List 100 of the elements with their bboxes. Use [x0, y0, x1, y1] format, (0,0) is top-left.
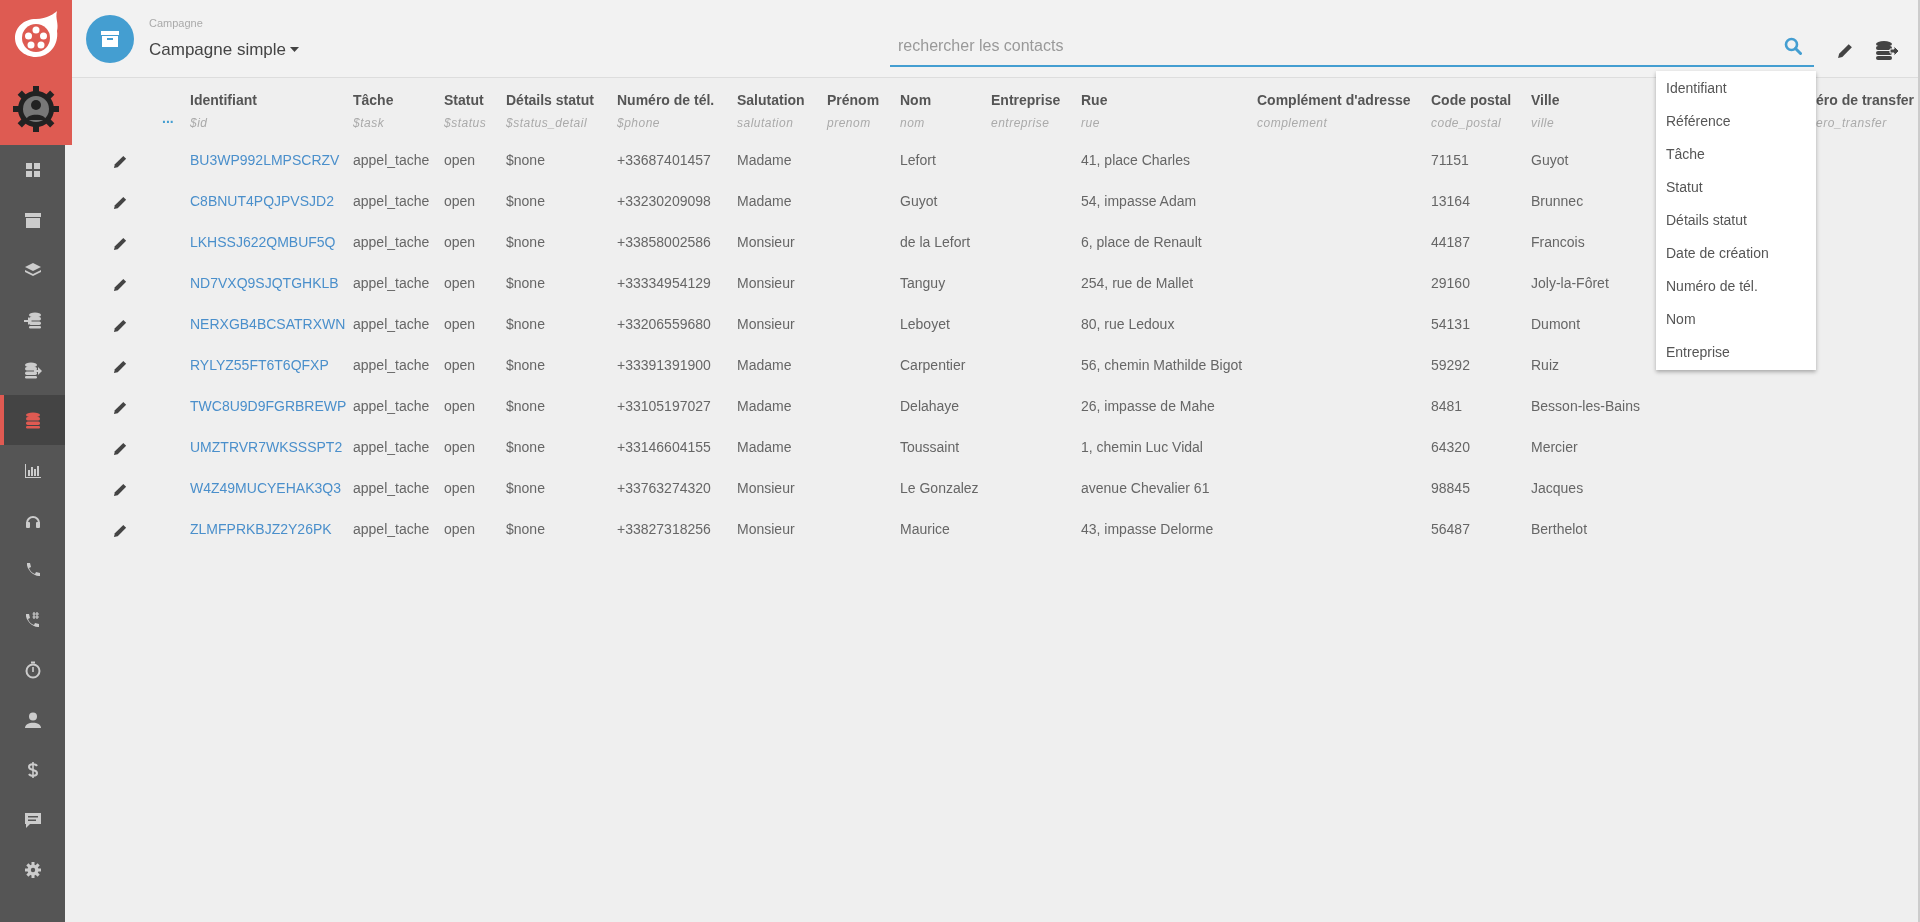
- table-cell: Dumont: [1531, 316, 1581, 332]
- table-cell: $none: [506, 357, 545, 373]
- table-cell: Guyot: [1531, 152, 1569, 168]
- table-cell: Guyot: [900, 193, 938, 209]
- menu-item[interactable]: Référence: [1656, 105, 1816, 138]
- table-cell: open: [444, 193, 476, 209]
- menu-item[interactable]: Détails statut: [1656, 204, 1816, 237]
- phone-hash-icon: [23, 611, 42, 629]
- campaign-dropdown[interactable]: Campagne simple: [149, 37, 299, 63]
- pencil-icon[interactable]: [112, 358, 128, 374]
- table-cell: Brunnec: [1531, 193, 1584, 209]
- column-header[interactable]: Salutation: [737, 90, 805, 111]
- table-cell: 41, place Charles: [1081, 152, 1190, 168]
- pencil-icon[interactable]: [112, 194, 128, 210]
- menu-item[interactable]: Entreprise: [1656, 336, 1816, 369]
- table-cell: Besson-les-Bains: [1531, 398, 1640, 414]
- pencil-icon[interactable]: [112, 481, 128, 497]
- table-cell: open: [444, 480, 476, 496]
- table-cell: 29160: [1431, 275, 1470, 291]
- sidebar-item[interactable]: [0, 395, 65, 445]
- search-icon[interactable]: [1784, 37, 1802, 55]
- menu-item[interactable]: Tâche: [1656, 138, 1816, 171]
- table-cell: Monsieur: [737, 275, 795, 291]
- table-cell: 56487: [1431, 521, 1470, 537]
- table-cell: 80, rue Ledoux: [1081, 316, 1175, 332]
- campaign-label: Campagne: [149, 15, 204, 31]
- gear-person-icon: [11, 83, 61, 134]
- table-cell: 59292: [1431, 357, 1470, 373]
- table-cell: 6, place de Renault: [1081, 234, 1202, 250]
- table-cell: appel_tache: [353, 275, 430, 291]
- table-cell: 64320: [1431, 439, 1470, 455]
- column-header[interactable]: éro de transfer: [1816, 90, 1915, 111]
- table-cell: Francois: [1531, 234, 1585, 250]
- table-cell: Berthelot: [1531, 521, 1588, 537]
- database-export-icon[interactable]: [1875, 41, 1899, 61]
- column-header[interactable]: Tâche: [353, 90, 394, 111]
- table-cell: Toussaint: [900, 439, 960, 455]
- table-cell: Carpentier: [900, 357, 966, 373]
- pencil-icon[interactable]: [1837, 42, 1854, 59]
- column-header[interactable]: Complément d'adresse: [1257, 90, 1411, 111]
- column-key: $status: [444, 114, 487, 132]
- column-key: ville: [1531, 114, 1555, 132]
- user-icon: [23, 711, 42, 729]
- column-header[interactable]: Entreprise: [991, 90, 1061, 111]
- column-header[interactable]: Identifiant: [190, 90, 257, 111]
- pencil-icon[interactable]: [112, 522, 128, 538]
- column-key: nom: [900, 114, 925, 132]
- table-cell: avenue Chevalier 61: [1081, 480, 1210, 496]
- caret-icon: [290, 47, 299, 53]
- table-cell: Madame: [737, 439, 792, 455]
- grid-icon: [23, 161, 42, 179]
- archive-icon: [101, 30, 119, 47]
- pencil-icon[interactable]: [112, 235, 128, 251]
- chat-icon: [23, 811, 42, 829]
- pencil-icon[interactable]: [112, 440, 128, 456]
- pencil-icon[interactable]: [112, 399, 128, 415]
- table-cell: 1, chemin Luc Vidal: [1081, 439, 1203, 455]
- table-cell: 54131: [1431, 316, 1470, 332]
- column-header[interactable]: Prénom: [827, 90, 880, 111]
- table-cell: 54, impasse Adam: [1081, 193, 1197, 209]
- column-key: complement: [1257, 114, 1328, 132]
- table-cell: 8481: [1431, 398, 1463, 414]
- table-cell: de la Lefort: [900, 234, 971, 250]
- column-header[interactable]: Nom: [900, 90, 932, 111]
- pencil-icon[interactable]: [112, 153, 128, 169]
- table-cell: Madame: [737, 357, 792, 373]
- pencil-icon[interactable]: [112, 276, 128, 292]
- column-key: $phone: [617, 114, 661, 132]
- database-export-icon: [23, 361, 42, 379]
- archive-icon: [23, 211, 42, 229]
- table-cell: $none: [506, 275, 545, 291]
- table-cell: open: [444, 357, 476, 373]
- table-cell: +33206559680: [617, 316, 711, 332]
- pencil-icon[interactable]: [112, 317, 128, 333]
- menu-item[interactable]: Identifiant: [1656, 72, 1816, 105]
- column-header[interactable]: Détails statut: [506, 90, 594, 111]
- stopwatch-icon: [23, 661, 42, 679]
- table-cell: $none: [506, 316, 545, 332]
- menu-item[interactable]: Date de création: [1656, 237, 1816, 270]
- table-cell: $none: [506, 398, 545, 414]
- column-header[interactable]: Statut: [444, 90, 484, 111]
- table-cell: open: [444, 234, 476, 250]
- table-cell: Madame: [737, 398, 792, 414]
- table-cell: +33858002586: [617, 234, 711, 250]
- table-cell: 44187: [1431, 234, 1470, 250]
- table-cell: +33687401457: [617, 152, 711, 168]
- table-cell: Mercier: [1531, 439, 1578, 455]
- menu-item[interactable]: Statut: [1656, 171, 1816, 204]
- column-header[interactable]: Ville: [1531, 90, 1560, 111]
- menu-item[interactable]: Numéro de tél.: [1656, 270, 1816, 303]
- table-cell: appel_tache: [353, 521, 430, 537]
- column-header[interactable]: Numéro de tél.: [617, 90, 715, 111]
- menu-item[interactable]: Nom: [1656, 303, 1816, 336]
- column-header[interactable]: Code postal: [1431, 90, 1512, 111]
- database-import-icon: [23, 311, 42, 329]
- column-header[interactable]: Rue: [1081, 90, 1108, 111]
- table-cell: +33230209098: [617, 193, 711, 209]
- table-cell: Maurice: [900, 521, 950, 537]
- search-field[interactable]: rechercher les contacts: [890, 34, 1784, 58]
- column-key: code_postal: [1431, 114, 1502, 132]
